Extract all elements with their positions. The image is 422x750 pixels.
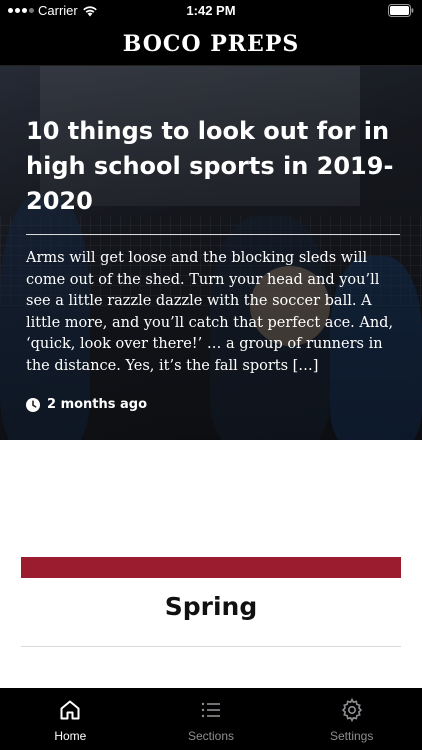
- article-title[interactable]: 10 things to look out for in high school…: [26, 114, 400, 219]
- tab-sections-label: Sections: [187, 729, 235, 743]
- tab-home-label: Home: [54, 729, 87, 743]
- status-time: 1:42 PM: [186, 3, 236, 18]
- app-title: BOCO PREPS: [122, 30, 300, 57]
- article-excerpt: Arms will get loose and the blocking sle…: [26, 250, 394, 374]
- tab-home[interactable]: Home: [0, 688, 141, 750]
- gear-icon: [341, 698, 362, 722]
- tab-settings-label: Settings: [330, 729, 374, 743]
- status-bar: Carrier 1:42 PM: [0, 0, 422, 22]
- section-divider: [21, 646, 401, 647]
- tab-settings[interactable]: Settings: [281, 688, 422, 750]
- hero-article[interactable]: 10 things to look out for in high school…: [0, 66, 422, 440]
- app-header: BOCO PREPS: [0, 22, 422, 66]
- home-icon: [60, 700, 80, 720]
- battery-icon: [388, 4, 414, 22]
- article-meta: 2 months ago: [26, 397, 147, 412]
- list-icon: [201, 702, 220, 718]
- tab-sections[interactable]: Sections: [141, 688, 282, 750]
- tab-bar: Home Sections Settings: [0, 688, 422, 750]
- section-title: Spring: [164, 592, 258, 621]
- section-accent-bar: [21, 557, 401, 578]
- hero-content: 10 things to look out for in high school…: [26, 114, 400, 377]
- clock-icon: [26, 397, 40, 412]
- article-time-ago: 2 months ago: [47, 397, 148, 412]
- hero-divider: [26, 234, 400, 235]
